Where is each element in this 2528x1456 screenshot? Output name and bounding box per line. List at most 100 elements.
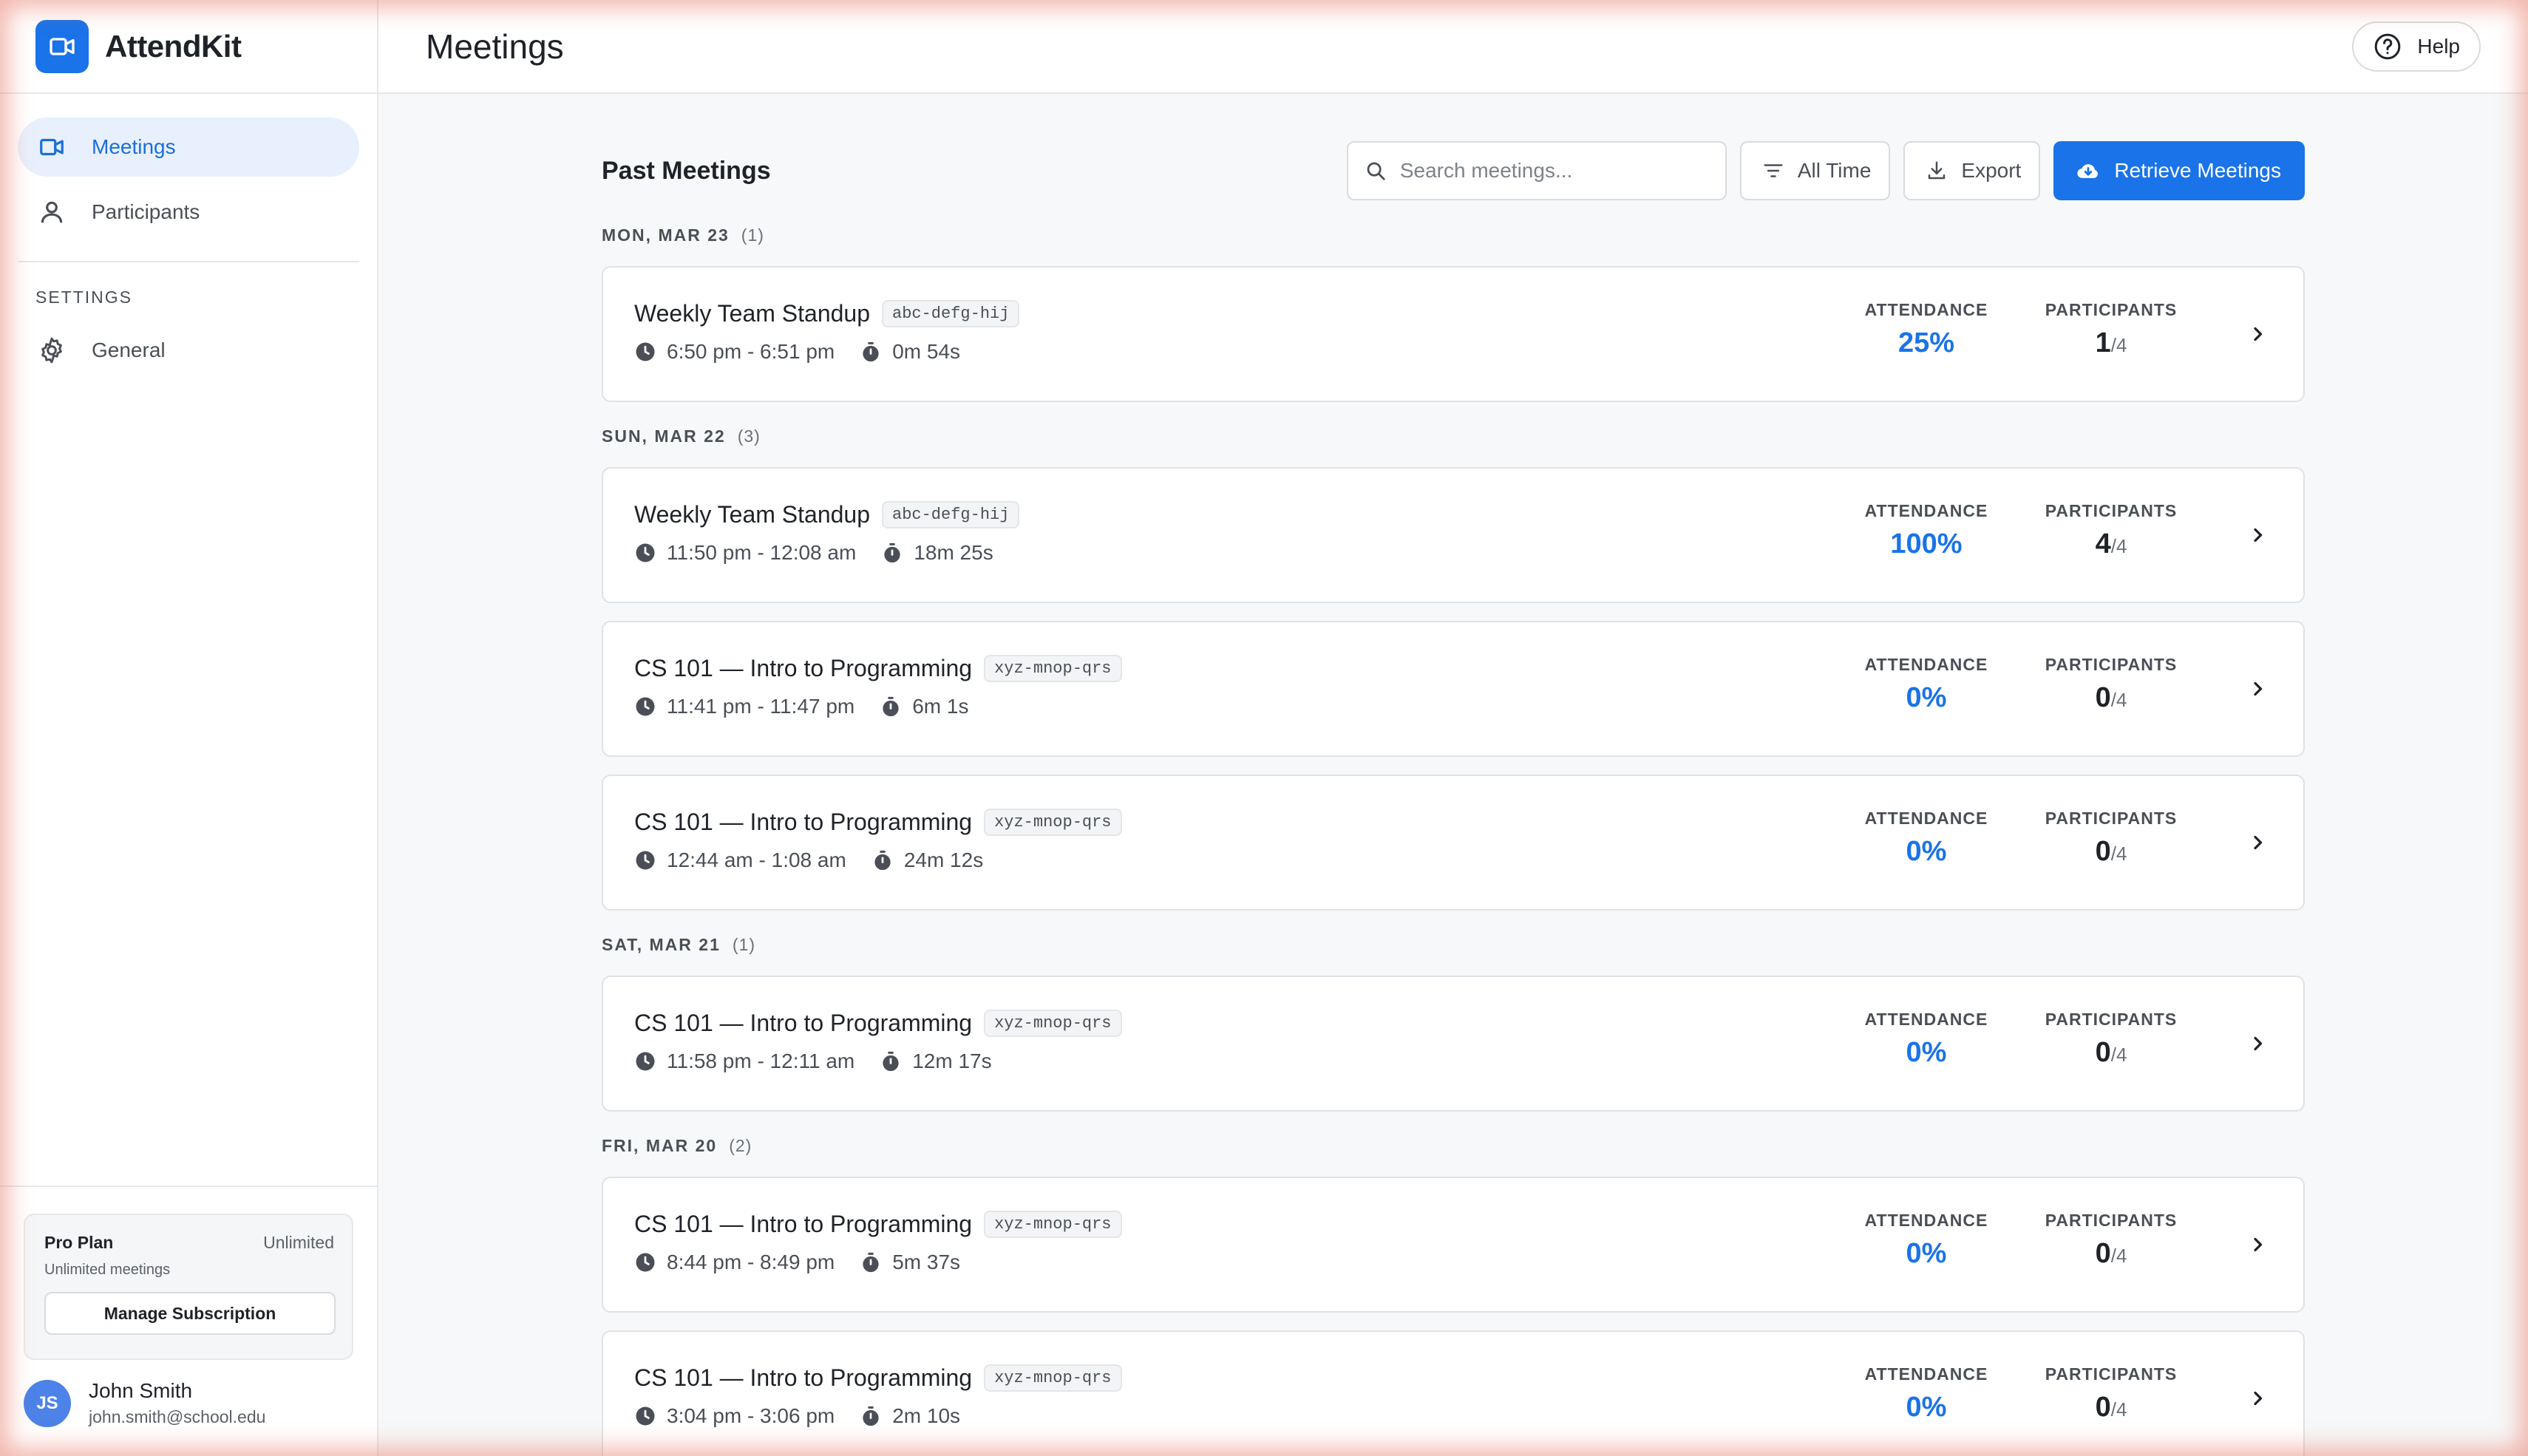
participants-total: /4 (2110, 1245, 2127, 1267)
stopwatch-icon (860, 341, 882, 363)
app-name: AttendKit (105, 28, 242, 64)
main-nav: Meetings Participants (0, 94, 377, 242)
toolbar: Past Meetings Search meetings... All Tim… (602, 140, 2305, 201)
participants-label: PARTICIPANTS (2045, 300, 2178, 319)
meeting-card[interactable]: Weekly Team Standup abc-defg-hij 11:50 pm … (602, 467, 2305, 603)
meeting-code: abc-defg-hij (882, 299, 1020, 327)
meeting-duration: 18m 25s (914, 541, 993, 564)
chevron-right-icon[interactable] (2244, 1030, 2271, 1057)
clock-icon (634, 849, 656, 871)
brand[interactable]: AttendKit (0, 0, 377, 94)
stopwatch-icon (871, 849, 894, 871)
attendance-value: 100% (1890, 528, 1963, 559)
date-group-header: FRI, MAR 20 (2) (602, 1131, 2305, 1160)
export-label: Export (1961, 159, 2022, 182)
retrieve-meetings-button[interactable]: Retrieve Meetings (2053, 141, 2305, 200)
meetings-panel: Past Meetings Search meetings... All Tim… (602, 140, 2305, 1456)
help-label: Help (2417, 34, 2460, 58)
meeting-title: Weekly Team Standup (634, 299, 870, 327)
person-icon (37, 197, 67, 227)
stopwatch-icon (880, 695, 902, 718)
attendance-label: ATTENDANCE (1864, 300, 1988, 319)
meeting-groups: MON, MAR 23 (1) Weekly Team Standup abc-def… (602, 220, 2305, 1456)
meeting-duration: 6m 1s (912, 695, 969, 718)
participants-total: /4 (2110, 1044, 2127, 1066)
group-count: (3) (737, 426, 761, 446)
meeting-title: Weekly Team Standup (634, 500, 870, 528)
meeting-title: CS 101 — Intro to Programming (634, 1364, 973, 1391)
attendance-stat: ATTENDANCE 0% (1860, 809, 1993, 868)
meeting-card[interactable]: Weekly Team Standup abc-defg-hij 6:50 pm -… (602, 266, 2305, 402)
plan-card: Pro Plan Unlimited Unlimited meetings Ma… (24, 1214, 353, 1360)
export-button[interactable]: Export (1903, 141, 2041, 200)
video-camera-icon (37, 132, 67, 162)
help-icon (2373, 32, 2402, 61)
time-filter-button[interactable]: All Time (1739, 141, 1891, 200)
participants-stat: PARTICIPANTS 0/4 (2037, 655, 2185, 714)
clock-icon (634, 341, 656, 363)
chevron-right-icon[interactable] (2244, 829, 2271, 856)
search-box[interactable] (1346, 141, 1727, 200)
search-input[interactable] (1399, 159, 1710, 183)
meeting-card[interactable]: CS 101 — Intro to Programming xyz-mnop-qr… (602, 976, 2305, 1112)
sidebar-item-general[interactable]: General (18, 321, 359, 380)
meeting-code: xyz-mnop-qrs (984, 1009, 1122, 1037)
stopwatch-icon (881, 542, 903, 564)
meeting-time: 8:44 pm - 8:49 pm (667, 1251, 835, 1273)
meeting-code: abc-defg-hij (882, 500, 1020, 528)
meeting-time: 12:44 am - 1:08 am (667, 848, 846, 871)
meeting-card[interactable]: CS 101 — Intro to Programming xyz-mnop-qr… (602, 621, 2305, 757)
stopwatch-icon (860, 1251, 882, 1273)
participants-stat: PARTICIPANTS 1/4 (2037, 300, 2185, 359)
divider (0, 1185, 377, 1187)
attendance-stat: ATTENDANCE 0% (1860, 1364, 1993, 1423)
participants-stat: PARTICIPANTS 0/4 (2037, 809, 2185, 868)
meeting-time: 6:50 pm - 6:51 pm (667, 340, 835, 363)
plan-limit: Unlimited (263, 1233, 334, 1252)
group-count: (2) (729, 1135, 752, 1155)
meeting-card[interactable]: CS 101 — Intro to Programming xyz-mnop-qr… (602, 1177, 2305, 1313)
help-button[interactable]: Help (2352, 21, 2481, 72)
meeting-card[interactable]: CS 101 — Intro to Programming xyz-mnop-qr… (602, 775, 2305, 911)
meeting-title: CS 101 — Intro to Programming (634, 1009, 973, 1036)
attendance-label: ATTENDANCE (1864, 1211, 1988, 1230)
attendance-value: 25% (1897, 327, 1955, 358)
retrieve-label: Retrieve Meetings (2114, 159, 2281, 182)
participants-stat: PARTICIPANTS 0/4 (2037, 1010, 2185, 1069)
attendance-label: ATTENDANCE (1864, 1010, 1988, 1029)
divider (18, 261, 359, 262)
search-icon (1365, 160, 1387, 182)
participants-current: 0 (2095, 1037, 2111, 1068)
participants-label: PARTICIPANTS (2045, 1364, 2178, 1384)
attendance-label: ATTENDANCE (1864, 501, 1988, 520)
participants-label: PARTICIPANTS (2045, 501, 2178, 520)
chevron-right-icon[interactable] (2244, 522, 2271, 548)
attendance-value: 0% (1906, 836, 1947, 867)
settings-nav: General (0, 321, 377, 380)
participants-stat: PARTICIPANTS 0/4 (2037, 1364, 2185, 1423)
avatar: JS (24, 1379, 71, 1427)
attendance-value: 0% (1906, 1238, 1947, 1269)
video-camera-logo-icon (35, 19, 89, 73)
sidebar-item-participants[interactable]: Participants (18, 183, 359, 242)
meeting-code: xyz-mnop-qrs (984, 1210, 1122, 1238)
user-profile[interactable]: JS John Smith john.smith@school.edu (24, 1379, 265, 1427)
date-group-header: SAT, MAR 21 (1) (602, 930, 2305, 959)
chevron-right-icon[interactable] (2244, 1385, 2271, 1412)
chevron-right-icon[interactable] (2244, 676, 2271, 702)
sidebar-item-meetings[interactable]: Meetings (18, 118, 359, 177)
group-date: SAT, MAR 21 (602, 934, 721, 954)
meeting-card[interactable]: CS 101 — Intro to Programming xyz-mnop-qr… (602, 1330, 2305, 1456)
plan-description: Unlimited meetings (44, 1262, 171, 1278)
sidebar: AttendKit Meetings Participants SETTINGS… (0, 0, 378, 1456)
manage-subscription-button[interactable]: Manage Subscription (44, 1292, 336, 1335)
group-date: SUN, MAR 22 (602, 426, 726, 446)
attendance-value: 0% (1906, 1392, 1947, 1423)
attendance-label: ATTENDANCE (1864, 655, 1988, 674)
chevron-right-icon[interactable] (2244, 1231, 2271, 1258)
participants-current: 0 (2095, 836, 2111, 867)
meeting-title: CS 101 — Intro to Programming (634, 654, 973, 681)
chevron-right-icon[interactable] (2244, 321, 2271, 347)
participants-label: PARTICIPANTS (2045, 1010, 2178, 1029)
clock-icon (634, 695, 656, 718)
